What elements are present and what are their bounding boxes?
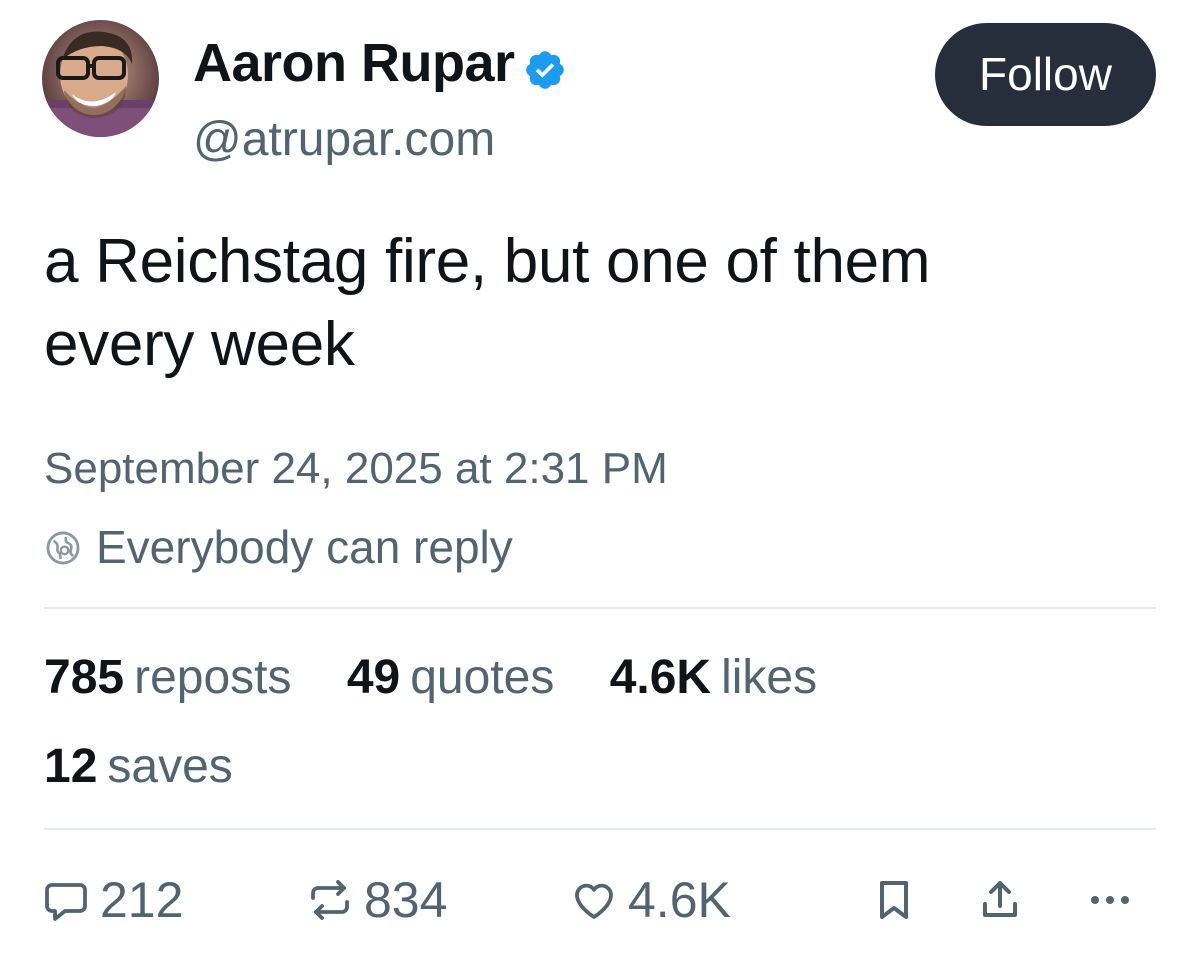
post-timestamp[interactable]: September 24, 2025 at 2:31 PM xyxy=(44,441,668,497)
reposts-label: reposts xyxy=(134,651,292,704)
likes-label: likes xyxy=(721,651,818,704)
author-name[interactable]: Aaron Rupar xyxy=(193,31,567,95)
like-count: 4.6K xyxy=(628,872,731,928)
more-icon xyxy=(1091,896,1129,904)
post-text: a Reichstag fire, but one of them every … xyxy=(44,220,1154,386)
author-name-text: Aaron Rupar xyxy=(193,33,515,93)
bookmark-button[interactable] xyxy=(870,868,918,932)
repost-button[interactable]: 834 xyxy=(306,868,447,932)
stats-row: 785 reposts 49 quotes 4.6K likes xyxy=(44,650,859,706)
like-icon xyxy=(575,883,613,919)
more-options-button[interactable] xyxy=(1086,868,1134,932)
post-text-line: a Reichstag fire, but one of them xyxy=(44,227,931,296)
avatar-photo xyxy=(42,20,159,137)
post-card: Aaron Rupar @atrupar.com Follow a Reichs… xyxy=(0,0,1200,961)
like-button[interactable]: 4.6K xyxy=(570,868,731,932)
share-button[interactable] xyxy=(976,868,1024,932)
globe-icon xyxy=(46,531,80,565)
divider xyxy=(44,828,1156,830)
saves-count: 12 xyxy=(44,740,98,793)
reply-button[interactable]: 212 xyxy=(42,868,183,932)
reply-setting-label: Everybody can reply xyxy=(96,521,513,573)
reply-setting: Everybody can reply xyxy=(44,519,513,575)
reposts-count: 785 xyxy=(44,651,125,704)
verified-badge-icon xyxy=(523,42,567,89)
reply-icon xyxy=(45,883,87,921)
likes-count: 4.6K xyxy=(609,651,712,704)
reply-count: 212 xyxy=(100,872,184,928)
bookmark-icon xyxy=(880,881,908,919)
avatar[interactable] xyxy=(42,20,159,137)
author-handle[interactable]: @atrupar.com xyxy=(193,112,495,168)
follow-button[interactable]: Follow xyxy=(935,23,1156,126)
quotes-count: 49 xyxy=(346,651,401,704)
share-icon xyxy=(983,881,1017,917)
post-text-line: every week xyxy=(44,310,355,379)
divider xyxy=(44,607,1156,609)
saves-label: saves xyxy=(107,740,233,793)
reposts-stat[interactable]: 785 reposts xyxy=(44,650,292,706)
repost-count: 834 xyxy=(364,872,448,928)
quotes-label: quotes xyxy=(410,651,555,704)
likes-stat[interactable]: 4.6K likes xyxy=(610,650,817,706)
repost-icon xyxy=(311,880,349,920)
stats-row: 12 saves xyxy=(44,739,275,795)
saves-stat[interactable]: 12 saves xyxy=(44,739,233,795)
quotes-stat[interactable]: 49 quotes xyxy=(347,650,555,706)
